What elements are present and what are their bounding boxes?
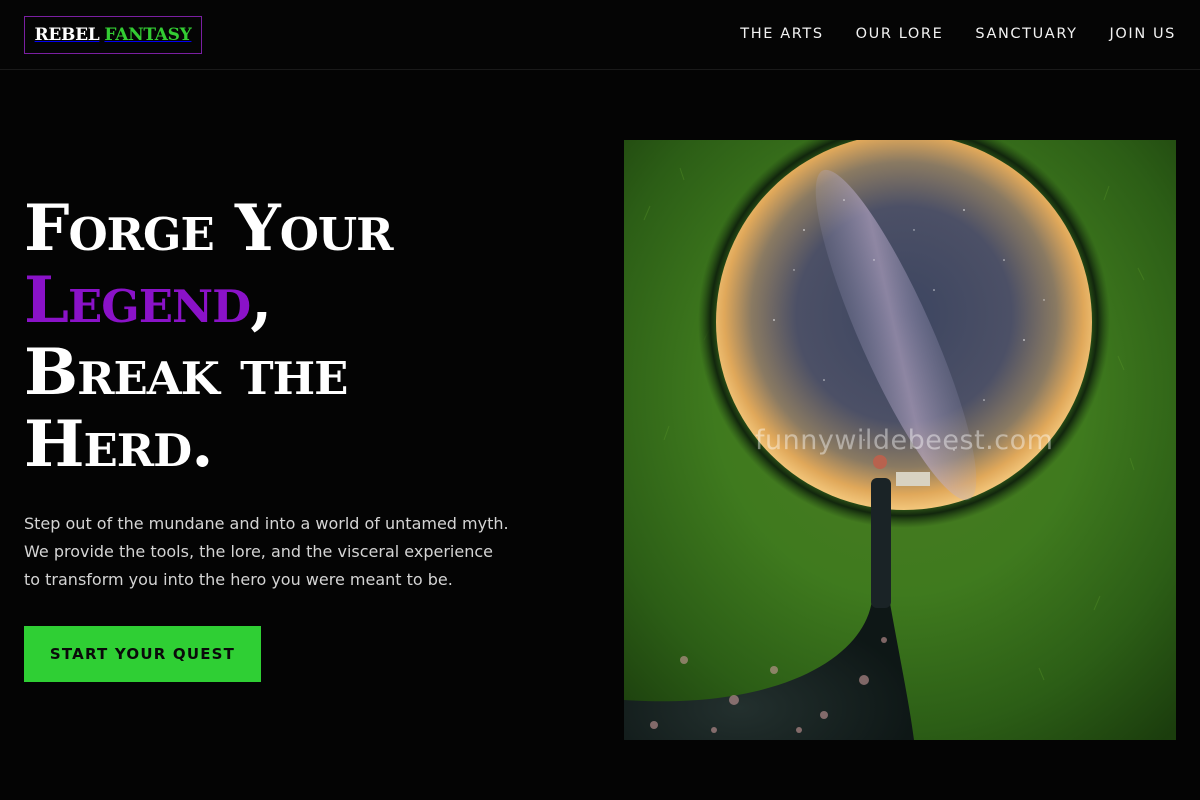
site-logo[interactable]: REBEL FANTASY — [24, 16, 202, 54]
headline-line-3: Break the — [24, 335, 348, 410]
hero-intro-text: Step out of the mundane and into a world… — [24, 510, 544, 594]
image-watermark: funnywildebeest.com — [755, 425, 1054, 456]
headline-line-2: Legend, — [24, 265, 584, 337]
nav-link-sanctuary[interactable]: SANCTUARY — [975, 24, 1077, 44]
intro-line-3: to transform you into the hero you were … — [24, 570, 453, 589]
start-quest-button[interactable]: START YOUR QUEST — [24, 626, 261, 682]
headline-accent-word: Legend — [24, 263, 251, 338]
nav-link-the-arts[interactable]: THE ARTS — [740, 24, 823, 44]
headline-line-4: Herd. — [24, 407, 213, 482]
headline-line-1: Forge Your — [24, 191, 394, 266]
nav-link-our-lore[interactable]: OUR LORE — [856, 24, 944, 44]
main-nav: THE ARTS OUR LORE SANCTUARY JOIN US — [740, 24, 1176, 44]
nav-link-join-us[interactable]: JOIN US — [1110, 24, 1176, 44]
hero-headline: Forge Your Legend, Break the Herd. — [24, 193, 584, 481]
intro-line-2: We provide the tools, the lore, and the … — [24, 542, 493, 561]
logo-word-fantasy: FANTASY — [104, 25, 192, 45]
site-header: REBEL FANTASY THE ARTS OUR LORE SANCTUAR… — [0, 0, 1200, 70]
intro-line-1: Step out of the mundane and into a world… — [24, 514, 509, 533]
headline-comma: , — [250, 263, 272, 338]
logo-word-rebel: REBEL — [34, 25, 100, 45]
